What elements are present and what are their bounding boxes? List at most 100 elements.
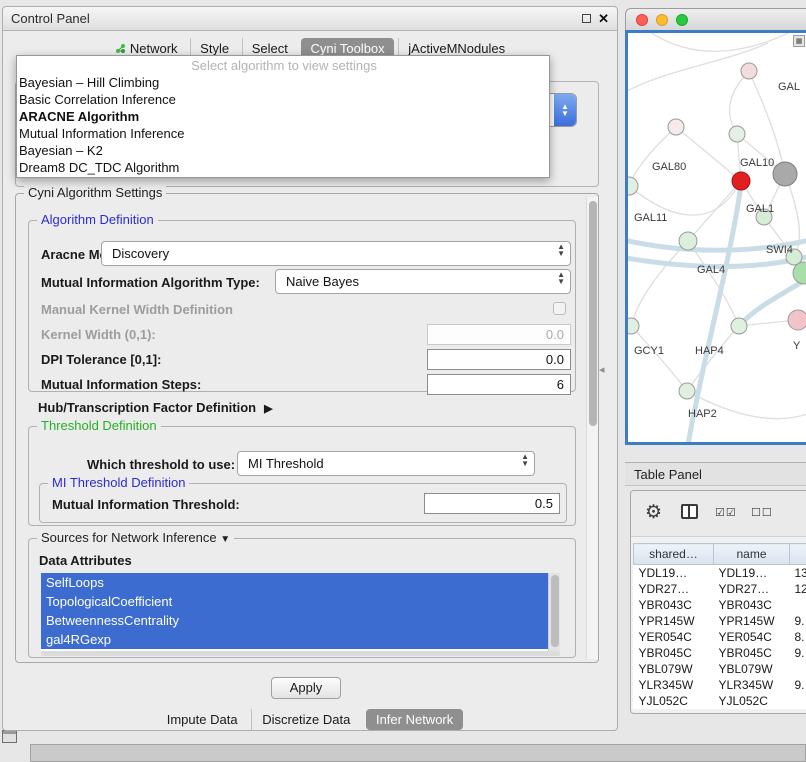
columns-icon[interactable] — [681, 504, 698, 519]
close-icon[interactable]: ✕ — [598, 12, 609, 25]
mi-threshold-definition-title: MI Threshold Definition — [48, 475, 189, 490]
table-toolbar: ⚙ ☑☑ ☐☐ — [631, 491, 806, 537]
dropdown-item[interactable]: Bayesian – K2 — [17, 142, 549, 159]
column-header[interactable]: shared… — [634, 544, 714, 565]
which-threshold-label: Which threshold to use: — [87, 457, 235, 472]
network-node[interactable] — [731, 318, 747, 334]
network-node[interactable] — [741, 63, 757, 79]
tab-impute-data[interactable]: Impute Data — [157, 709, 248, 730]
node-label: HAP2 — [688, 408, 717, 420]
network-node[interactable] — [729, 126, 745, 142]
float-window-icon[interactable] — [582, 14, 591, 23]
list-item[interactable]: SelfLoops — [41, 573, 548, 592]
network-node-gal10[interactable] — [773, 162, 797, 186]
table-panel-titlebar: Table Panel — [625, 462, 806, 486]
spinner-down-icon: ▼ — [561, 110, 569, 117]
scrollbar-thumb[interactable] — [589, 201, 597, 426]
node-label: GCY1 — [634, 345, 664, 357]
network-window-titlebar — [625, 8, 806, 30]
apply-button[interactable]: Apply — [271, 677, 341, 699]
node-label: SWI4 — [766, 244, 793, 256]
algorithm-dropdown-popup: Select algorithm to view settings Bayesi… — [16, 55, 550, 178]
mi-algorithm-type-combobox[interactable]: Naive Bayes ▲▼ — [275, 269, 571, 294]
dpi-tolerance-field[interactable]: 0.0 — [427, 349, 571, 370]
network-node[interactable] — [679, 383, 695, 399]
node-label: GAL10 — [740, 157, 774, 169]
column-header[interactable] — [790, 544, 806, 565]
table-row[interactable]: YER054CYER054C8. — [634, 629, 806, 645]
spinner-arrows-icon: ▲▼ — [557, 243, 565, 257]
data-attributes-list: SelfLoops TopologicalCoefficient Between… — [41, 573, 560, 651]
mi-steps-field[interactable]: 6 — [427, 374, 571, 395]
table-panel-title: Table Panel — [634, 467, 702, 482]
birdseye-toggle-icon[interactable]: ▦ — [793, 35, 805, 47]
list-vertical-scrollbar[interactable] — [548, 573, 560, 651]
list-item[interactable]: TopologicalCoefficient — [41, 592, 548, 611]
settings-group-title: Cyni Algorithm Settings — [24, 185, 166, 200]
column-header[interactable]: name — [714, 544, 790, 565]
cyni-algorithm-settings-group: Cyni Algorithm Settings Algorithm Defini… — [15, 193, 599, 663]
control-panel-title: Control Panel — [11, 11, 90, 26]
kernel-width-label: Kernel Width (0,1): — [41, 327, 156, 342]
table-panel-window: ⚙ ☑☑ ☐☐ shared… name YDL19…YDL19…13 YDR2… — [630, 490, 806, 714]
table-row[interactable]: YJL052CYJL052C — [634, 693, 806, 709]
node-label: GAL1 — [746, 203, 774, 215]
network-canvas[interactable]: GAL80 GAL10 GAL11 GAL1 SWI4 GAL4 GCY1 HA… — [628, 33, 806, 442]
node-label: HAP4 — [695, 345, 724, 357]
network-node[interactable] — [628, 318, 639, 334]
list-item[interactable]: gal4RGexp — [41, 630, 548, 649]
mi-threshold-field[interactable]: 0.5 — [424, 493, 560, 514]
dropdown-item[interactable]: Bayesian – Hill Climbing — [17, 74, 549, 91]
table-row[interactable]: YBR045CYBR045C9. — [634, 645, 806, 661]
chevron-down-icon: ▼ — [220, 534, 230, 545]
network-view-window: GAL80 GAL10 GAL11 GAL1 SWI4 GAL4 GCY1 HA… — [625, 8, 806, 445]
network-node[interactable] — [668, 119, 684, 135]
manual-kernel-width-checkbox[interactable] — [553, 302, 566, 315]
dropdown-item[interactable]: Mutual Information Inference — [17, 125, 549, 142]
algorithm-definition-title: Algorithm Definition — [37, 212, 158, 227]
hub-tf-definition-toggle[interactable]: Hub/Transcription Factor Definition▶ — [38, 400, 273, 415]
spinner-arrows-icon: ▲▼ — [521, 453, 529, 467]
table-row[interactable]: YDR27…YDR27…12 — [634, 581, 806, 597]
unchecked-pair-icon[interactable]: ☐☐ — [751, 506, 773, 519]
gear-icon[interactable]: ⚙ — [645, 501, 662, 524]
chevron-right-icon: ▶ — [264, 403, 272, 415]
dropdown-item[interactable]: Dream8 DC_TDC Algorithm — [17, 159, 549, 176]
close-traffic-button[interactable] — [636, 14, 648, 26]
threshold-definition-title: Threshold Definition — [37, 418, 161, 433]
network-node[interactable] — [788, 310, 806, 330]
data-attributes-label: Data Attributes — [39, 553, 132, 568]
collapsed-bottom-panel[interactable] — [30, 744, 806, 762]
minimize-traffic-button[interactable] — [656, 14, 668, 26]
sources-group-title[interactable]: Sources for Network Inference ▼ — [37, 530, 234, 545]
node-label-partial: GAL — [778, 81, 800, 93]
list-item[interactable]: BetweennessCentrality — [41, 611, 548, 630]
hidden-panel-icon[interactable] — [2, 730, 17, 743]
which-threshold-combobox[interactable]: MI Threshold ▲▼ — [237, 451, 535, 476]
table-row[interactable]: YPR145WYPR145W9. — [634, 613, 806, 629]
table-row[interactable]: YBL079WYBL079W — [634, 661, 806, 677]
panel-collapse-icon[interactable]: ◂ — [599, 363, 605, 376]
combobox-arrow-button[interactable]: ▲ ▼ — [554, 94, 576, 126]
algorithm-definition-group: Algorithm Definition Aracne Mode: Discov… — [28, 220, 576, 392]
network-node[interactable] — [679, 232, 697, 250]
manual-kernel-width-label: Manual Kernel Width Definition — [41, 302, 233, 317]
settings-scrollbar[interactable] — [586, 197, 598, 659]
dropdown-item[interactable]: Basic Correlation Inference — [17, 91, 549, 108]
node-label: GAL11 — [634, 212, 667, 224]
table-row[interactable]: YBR043CYBR043C — [634, 597, 806, 613]
tab-infer-network[interactable]: Infer Network — [366, 709, 463, 730]
cyni-bottom-tab-bar: Impute Data Discretize Data Infer Networ… — [3, 709, 617, 730]
aracne-mode-combobox[interactable]: Discovery ▲▼ — [101, 241, 571, 266]
dropdown-item-selected[interactable]: ARACNE Algorithm — [17, 108, 549, 125]
table-row[interactable]: YLR345WYLR345W9. — [634, 677, 806, 693]
checked-pair-icon[interactable]: ☑☑ — [715, 506, 737, 519]
table-row[interactable]: YDL19…YDL19…13 — [634, 565, 806, 581]
kernel-width-field[interactable]: 0.0 — [427, 324, 571, 345]
network-node-red[interactable] — [732, 172, 750, 190]
zoom-traffic-button[interactable] — [676, 14, 688, 26]
node-label: GAL80 — [652, 161, 686, 173]
list-horizontal-scrollbar[interactable] — [41, 651, 560, 656]
mi-algorithm-type-label: Mutual Information Algorithm Type: — [41, 275, 260, 290]
tab-discretize-data[interactable]: Discretize Data — [251, 709, 360, 730]
